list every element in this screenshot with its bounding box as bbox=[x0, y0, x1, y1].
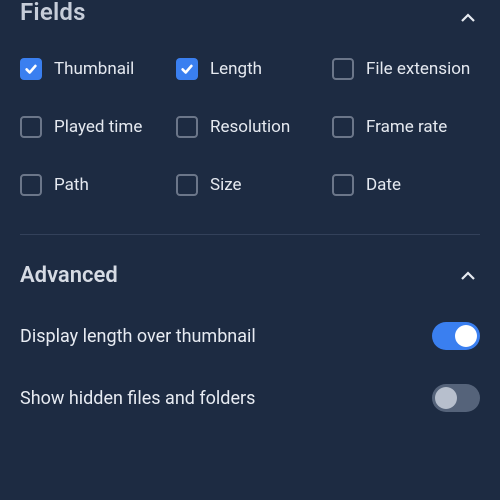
checkbox-unchecked-icon bbox=[176, 174, 198, 196]
field-path[interactable]: Path bbox=[20, 174, 168, 196]
field-thumbnail[interactable]: Thumbnail bbox=[20, 58, 168, 80]
checkbox-unchecked-icon bbox=[332, 58, 354, 80]
section-divider bbox=[20, 234, 480, 235]
advanced-section-header[interactable]: Advanced bbox=[20, 263, 480, 288]
field-resolution[interactable]: Resolution bbox=[176, 116, 324, 138]
chevron-up-icon bbox=[456, 6, 480, 30]
checkbox-checked-icon bbox=[176, 58, 198, 80]
field-label: Date bbox=[366, 175, 401, 195]
toggle-knob-icon bbox=[455, 325, 477, 347]
fields-grid: Thumbnail Length File extension Played t… bbox=[20, 58, 480, 196]
checkbox-unchecked-icon bbox=[332, 116, 354, 138]
field-frame-rate[interactable]: Frame rate bbox=[332, 116, 480, 138]
field-size[interactable]: Size bbox=[176, 174, 324, 196]
field-label: Length bbox=[210, 59, 262, 79]
field-label: Played time bbox=[54, 117, 142, 137]
field-label: Thumbnail bbox=[54, 59, 134, 79]
field-label: Resolution bbox=[210, 117, 290, 137]
field-label: Frame rate bbox=[366, 117, 447, 137]
advanced-section-title: Advanced bbox=[20, 263, 118, 288]
checkbox-checked-icon bbox=[20, 58, 42, 80]
field-label: Path bbox=[54, 175, 89, 195]
field-played-time[interactable]: Played time bbox=[20, 116, 168, 138]
field-label: Size bbox=[210, 175, 242, 195]
checkbox-unchecked-icon bbox=[176, 116, 198, 138]
setting-label: Show hidden files and folders bbox=[20, 388, 255, 409]
toggle-display-length-over-thumbnail[interactable] bbox=[432, 322, 480, 350]
setting-show-hidden-files: Show hidden files and folders bbox=[20, 384, 480, 412]
setting-display-length-over-thumbnail: Display length over thumbnail bbox=[20, 322, 480, 350]
checkbox-unchecked-icon bbox=[332, 174, 354, 196]
field-label: File extension bbox=[366, 59, 470, 79]
toggle-knob-icon bbox=[435, 387, 457, 409]
chevron-up-icon bbox=[456, 264, 480, 288]
setting-label: Display length over thumbnail bbox=[20, 326, 256, 347]
fields-section-title: Fields bbox=[20, 0, 86, 26]
toggle-show-hidden-files[interactable] bbox=[432, 384, 480, 412]
checkbox-unchecked-icon bbox=[20, 116, 42, 138]
field-date[interactable]: Date bbox=[332, 174, 480, 196]
field-file-extension[interactable]: File extension bbox=[332, 58, 480, 80]
field-length[interactable]: Length bbox=[176, 58, 324, 80]
fields-section-header[interactable]: Fields bbox=[20, 0, 480, 36]
checkbox-unchecked-icon bbox=[20, 174, 42, 196]
